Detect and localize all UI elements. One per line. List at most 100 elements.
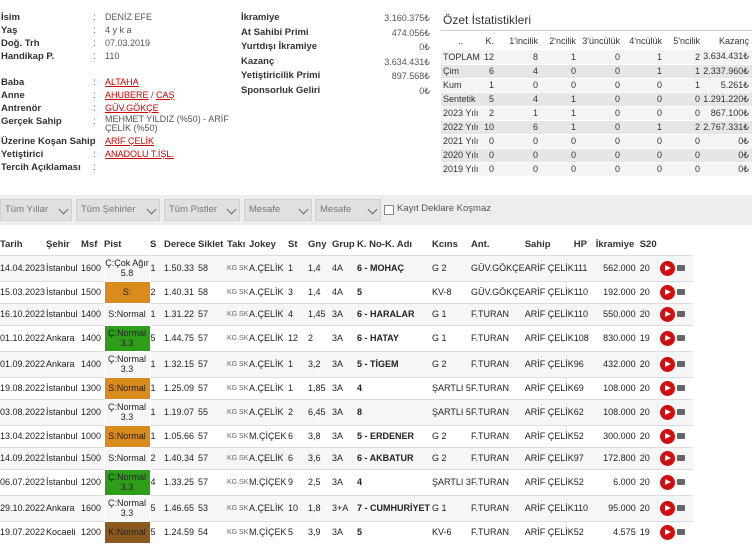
camera-icon[interactable] — [677, 311, 686, 317]
table-row[interactable]: 19.07.2022 Kocaeli 1200 K:Normal 5 1.24.… — [0, 520, 693, 544]
column-header[interactable]: Jokey — [249, 235, 288, 255]
father-link[interactable]: ALTAHA — [105, 77, 139, 87]
table-row[interactable]: 14.09.2022 İstanbul 1500 S:Normal 2 1.40… — [0, 446, 693, 470]
column-header[interactable]: S — [150, 235, 164, 255]
race-group: 3A — [332, 302, 357, 325]
track-select[interactable]: Tüm Pistler — [164, 199, 240, 221]
play-video-icon[interactable] — [659, 404, 675, 420]
table-row[interactable]: 29.10.2022 Ankara 1600 Ç:Normal 3.3 5 1.4… — [0, 494, 693, 522]
stats-cell: 1 — [623, 64, 665, 79]
race-time: 1.32.15 — [164, 350, 198, 377]
table-row[interactable]: 14.04.2023 İstanbul 1600 Ç:Çok Ağır 5.8 1… — [0, 254, 693, 282]
camera-icon[interactable] — [677, 455, 686, 461]
play-video-icon[interactable] — [659, 450, 675, 466]
table-row[interactable]: 16.10.2022 İstanbul 1400 S:Normal 1 1.31… — [0, 302, 693, 326]
camera-icon[interactable] — [677, 335, 686, 341]
column-header[interactable]: S20 — [640, 235, 660, 255]
column-header[interactable]: Siklet — [198, 235, 227, 255]
play-video-icon[interactable] — [659, 500, 675, 516]
race-group: 4A — [332, 280, 357, 303]
camera-icon[interactable] — [677, 361, 686, 367]
play-video-icon[interactable] — [659, 260, 675, 276]
camera-icon[interactable] — [677, 479, 686, 485]
column-header[interactable]: Kcıns — [432, 235, 471, 255]
horse-name: DENİZ EFE — [105, 12, 153, 22]
race-place: 2 — [150, 280, 164, 303]
table-row[interactable]: 06.07.2022 İstanbul 1200 Ç:Normal 3.3 4 1… — [0, 468, 693, 496]
trainer-link[interactable]: GÜV.GÖKÇE — [105, 103, 159, 113]
race-odds: 1,4 — [308, 280, 332, 303]
race-place: 1 — [150, 376, 164, 399]
race-group: 3+A — [332, 494, 357, 521]
city-select[interactable]: Tüm Şehirler — [76, 199, 160, 221]
stats-header: 1'incilik — [509, 35, 538, 46]
play-video-icon[interactable] — [659, 330, 675, 346]
column-header[interactable]: İkramiye — [596, 235, 640, 255]
table-row[interactable]: 19.08.2022 İstanbul 1300 S:Normal 1 1.25… — [0, 376, 693, 400]
prize-value: 3.634.431₺ — [384, 56, 430, 67]
table-row[interactable]: 01.09.2022 Ankara 1400 Ç:Normal 3.3 1 1.3… — [0, 350, 693, 378]
pref-label: Tercih Açıklaması — [1, 162, 81, 173]
column-header[interactable]: K. No-K. Adı — [357, 235, 432, 255]
table-row[interactable]: 01.10.2022 Ankara 1400 Ç:Normal 3.3 5 1.4… — [0, 324, 693, 352]
camera-icon[interactable] — [677, 433, 686, 439]
column-header[interactable]: Tarih — [0, 235, 46, 255]
race-prize: 6.000 — [595, 468, 640, 495]
year-select[interactable]: Tüm Yıllar — [0, 199, 72, 221]
column-header[interactable]: Pist — [104, 235, 150, 255]
race-city: İstanbul — [46, 424, 81, 447]
play-video-icon[interactable] — [659, 428, 675, 444]
column-header[interactable]: Ant. — [471, 235, 525, 255]
distance-select-1[interactable]: Mesafe — [244, 199, 312, 221]
column-header[interactable]: Msf — [81, 235, 104, 255]
race-weight: 57 — [198, 376, 227, 399]
column-header[interactable]: HP — [574, 235, 596, 255]
declared-checkbox[interactable] — [384, 205, 394, 215]
distance-select-2[interactable]: Mesafe — [315, 199, 381, 221]
race-jockey: A.ÇELİK — [249, 376, 288, 399]
camera-icon[interactable] — [677, 265, 686, 271]
race-odds: 2 — [308, 324, 332, 351]
column-header[interactable]: Takı — [227, 235, 249, 255]
column-header[interactable]: Derece — [164, 235, 198, 255]
camera-icon[interactable] — [677, 505, 686, 511]
column-header[interactable]: St — [288, 235, 308, 255]
play-video-icon[interactable] — [659, 284, 675, 300]
breeder-link[interactable]: ANADOLU T.İŞL. — [105, 149, 174, 159]
column-header[interactable]: Şehir — [46, 235, 81, 255]
table-row[interactable]: 03.08.2022 İstanbul 1200 Ç:Normal 3.3 1 1… — [0, 398, 693, 426]
column-header[interactable]: Sahip — [525, 235, 574, 255]
table-row[interactable]: 15.03.2023 İstanbul 1500 S: 2 1.40.31 58… — [0, 280, 693, 304]
play-video-icon[interactable] — [659, 474, 675, 490]
stats-cell: 8 — [497, 50, 541, 65]
race-trainer: F.TURAN — [471, 350, 525, 377]
race-weight: 57 — [198, 446, 227, 469]
play-video-icon[interactable] — [659, 524, 675, 540]
mother-father-link[interactable]: CAŞ — [156, 90, 175, 100]
stats-cell: 0 — [665, 92, 703, 107]
camera-icon[interactable] — [677, 289, 686, 295]
stats-cell: 0 — [579, 92, 623, 107]
race-start: 4 — [288, 302, 308, 325]
stats-cell: 2022 Yılı — [441, 120, 483, 135]
camera-icon[interactable] — [677, 409, 686, 415]
race-kind: G 1 — [432, 494, 471, 521]
play-video-icon[interactable] — [659, 380, 675, 396]
track-badge: Ç:Normal 3.3 — [103, 494, 151, 522]
play-video-icon[interactable] — [659, 356, 675, 372]
column-header[interactable]: Grup — [332, 235, 357, 255]
race-date: 03.08.2022 — [0, 398, 46, 425]
race-city: İstanbul — [46, 280, 81, 303]
table-row[interactable]: 13.04.2022 İstanbul 1000 S:Normal 1 1.05… — [0, 424, 693, 448]
mother-link[interactable]: AHUBERE — [105, 90, 149, 100]
runner-link[interactable]: ARİF ÇELİK — [105, 136, 154, 146]
race-kind: G 1 — [432, 302, 471, 325]
race-owner: ARİF ÇELİK — [524, 254, 574, 281]
camera-icon[interactable] — [677, 529, 686, 536]
column-header[interactable]: Gny — [308, 235, 332, 255]
race-date: 06.07.2022 — [0, 468, 46, 495]
race-odds: 6,45 — [308, 398, 332, 425]
play-video-icon[interactable] — [659, 306, 675, 322]
race-weight: 53 — [198, 494, 227, 521]
camera-icon[interactable] — [677, 385, 686, 391]
